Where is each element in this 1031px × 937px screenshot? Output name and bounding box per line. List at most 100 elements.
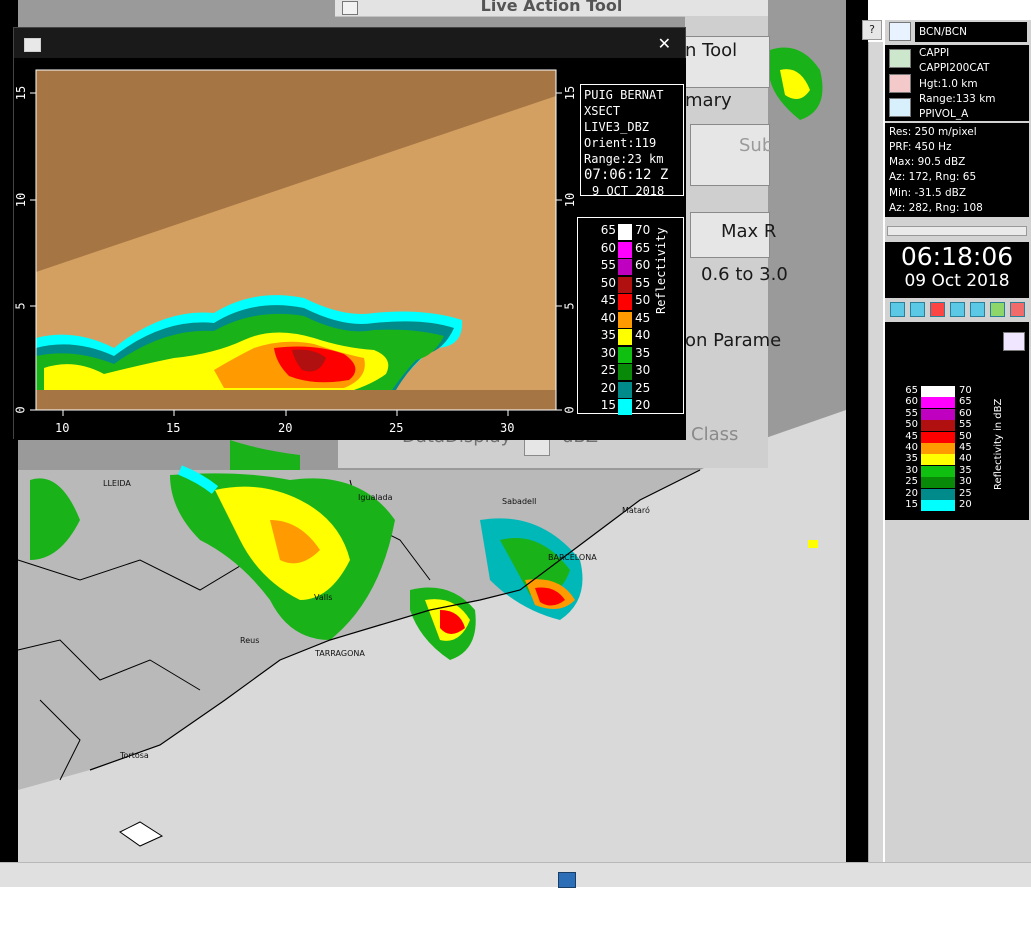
save-icon[interactable] (1010, 302, 1025, 317)
product-height: Hgt:1.0 km (919, 78, 978, 90)
city-label-tortosa: Tortosa (120, 751, 149, 760)
map-legend-lo-label: 20 (905, 487, 918, 499)
class-label: Class (691, 424, 739, 445)
product-range: Range:133 km (919, 93, 996, 105)
taskbar-app-icon[interactable] (558, 872, 576, 888)
xsect-legend-hi-label: 35 (635, 345, 651, 360)
map-legend-swatch (921, 443, 955, 454)
window-icon (342, 1, 358, 15)
map-legend-hi-label: 55 (959, 419, 972, 431)
y-tick-label-right: 10 (563, 192, 578, 208)
product-block: CAPPI CAPPI200CAT Hgt:1.0 km Range:133 k… (885, 45, 1029, 121)
x-tick-label: 15 (166, 421, 181, 435)
param-label: on Parame (685, 330, 782, 351)
help-button[interactable]: ? (862, 20, 882, 40)
map-legend-hi-label: 65 (959, 396, 972, 408)
map-legend-lo-label: 35 (905, 453, 918, 465)
live-action-tool-title: Live Action Tool (480, 0, 623, 15)
submit-label: Sub (739, 135, 774, 156)
map-legend-swatch (921, 477, 955, 489)
legend-title: Reflectivity (654, 227, 668, 314)
lat-bottom-row: DataDisplay dBZ (338, 426, 688, 468)
resolution: Res: 250 m/pixel (889, 126, 977, 138)
info-station: PUIG BERNAT (584, 88, 664, 102)
map-legend-hi-label: 25 (959, 487, 972, 499)
info-range: Range:23 km (584, 152, 664, 166)
city-label-igualada: Igualada (358, 493, 393, 502)
product-volume: PPIVOL_A (919, 108, 969, 120)
vertical-scrollbar[interactable] (868, 42, 883, 864)
map-legend-lo-label: 25 (905, 476, 918, 488)
lat-tool-label: n Tool (685, 40, 738, 61)
map-legend-swatch (921, 397, 955, 409)
clock-block: 06:18:06 09 Oct 2018 (885, 242, 1029, 298)
city-label-sabadell: Sabadell (502, 497, 537, 506)
info-date: 9 OCT 2018 (592, 184, 665, 198)
play-back-icon[interactable] (890, 302, 905, 317)
xsect-legend-hi-label: 55 (635, 275, 651, 290)
city-label-lleida: LLEIDA (103, 479, 131, 488)
x-tick-label: 10 (55, 421, 70, 435)
map-legend-title: Reflectivity in dBZ (993, 398, 1004, 490)
xsect-legend-hi-label: 20 (635, 398, 651, 412)
lat-summary-label: mary (685, 90, 732, 111)
info-time: 07:06:12 Z (584, 167, 669, 183)
cross-section-legend: 65 70 60 65 55 60 50 55 45 50 40 45 35 40 30 35 25 30 20 25… (577, 217, 684, 415)
submit-button[interactable]: Sub (690, 124, 774, 186)
xsect-legend-lo-label: 20 (600, 380, 616, 395)
stop-icon[interactable] (930, 302, 945, 317)
map-legend-hi-label: 45 (959, 442, 972, 453)
map-legend-hi-label: 50 (959, 430, 972, 442)
min-location: Az: 282, Rng: 108 (889, 202, 983, 214)
xsect-legend-lo-label: 65 (600, 223, 616, 237)
loop-icon[interactable] (990, 302, 1005, 317)
map-legend-swatch (921, 386, 955, 397)
window-icon (24, 38, 41, 52)
xsect-legend-hi-label: 40 (635, 328, 651, 342)
y-tick-label-right: 0 (562, 406, 577, 414)
product-info-block: Res: 250 m/pixel PRF: 450 Hz Max: 90.5 d… (885, 123, 1029, 217)
cross-section-titlebar[interactable]: ✕ (14, 28, 685, 60)
palette-icon[interactable] (1003, 332, 1025, 351)
station-field[interactable]: BCN/BCN (915, 22, 1027, 42)
xsect-legend-lo-label: 55 (600, 258, 616, 272)
info-orient: Orient:119 (584, 136, 657, 150)
clock-time: 06:18:06 (900, 242, 1014, 271)
time-slider[interactable] (887, 226, 1027, 236)
map-legend-hi-label: 35 (959, 464, 972, 476)
xsect-legend-lo-label: 25 (600, 363, 616, 377)
station-icon (889, 22, 911, 41)
clock-icon[interactable] (889, 98, 911, 117)
radar-product-icon[interactable] (889, 49, 911, 68)
xsect-legend-lo-label: 40 (600, 310, 616, 325)
close-icon[interactable]: ✕ (658, 34, 671, 53)
live-action-tool-titlebar[interactable]: Live Action Tool (335, 0, 768, 17)
xsect-legend-swatch (618, 381, 632, 398)
xsect-legend-swatch (618, 241, 632, 258)
taskbar (0, 862, 1031, 888)
x-tick-label: 20 (278, 421, 293, 435)
step-forward-icon[interactable] (970, 302, 985, 317)
xsect-legend-swatch (618, 364, 632, 380)
xsect-legend-swatch (618, 346, 632, 363)
city-label-mataro: Mataró (622, 506, 650, 515)
product-name: CAPPI (919, 47, 950, 59)
play-icon[interactable] (910, 302, 925, 317)
clock-date: 09 Oct 2018 (904, 271, 1010, 291)
max-range-button[interactable]: Max R (690, 212, 776, 258)
y-tick-label: 10 (14, 192, 29, 208)
city-label-barcelona: BARCELONA (548, 553, 597, 562)
max-location: Az: 172, Rng: 65 (889, 171, 977, 183)
range-text: 0.6 to 3.0 (701, 264, 788, 285)
xsect-legend-hi-label: 25 (635, 380, 651, 395)
xsect-legend-hi-label: 60 (635, 258, 651, 272)
step-back-icon[interactable] (950, 302, 965, 317)
xsect-legend-swatch (618, 311, 632, 328)
prf: PRF: 450 Hz (889, 141, 952, 153)
info-type: XSECT (584, 104, 621, 118)
heart-monitor-icon[interactable] (889, 74, 911, 93)
max-range-label: Max R (721, 221, 777, 242)
map-legend-swatch (921, 465, 955, 477)
map-legend-lo-label: 45 (905, 430, 918, 442)
map-legend-lo-label: 65 (905, 385, 918, 396)
